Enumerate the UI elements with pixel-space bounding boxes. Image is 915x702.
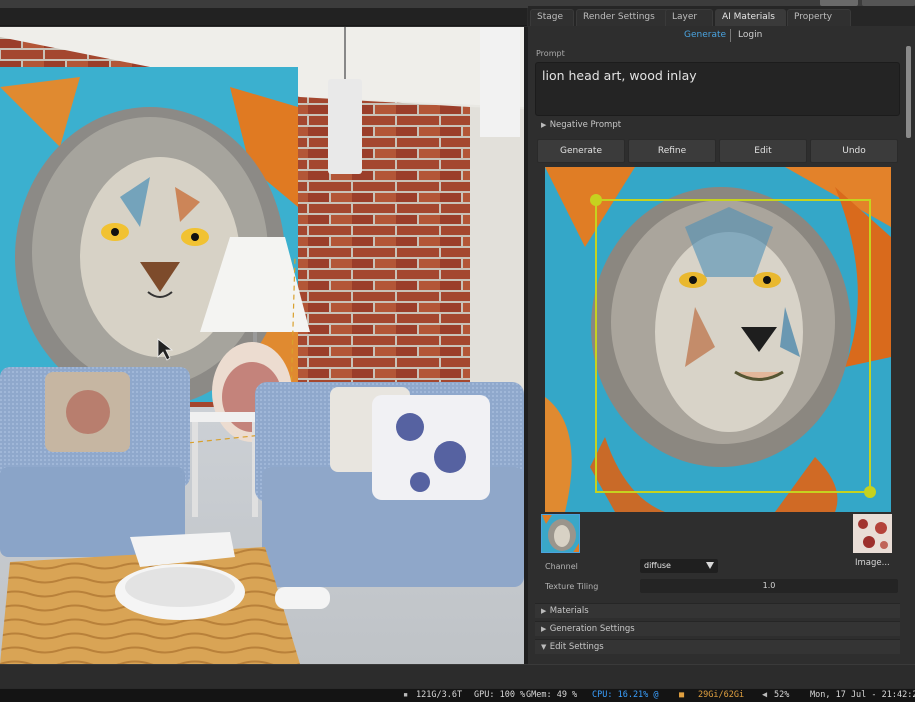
subtabs: Generate Login <box>528 26 915 46</box>
channel-value: diffuse <box>644 561 671 570</box>
chevron-down-icon <box>706 562 714 569</box>
memory-icon: ■ <box>679 690 685 700</box>
triangle-right-icon: ▶ <box>541 607 547 615</box>
subtab-divider <box>730 29 731 42</box>
tab-ai-materials[interactable]: AI Materials <box>715 9 786 26</box>
prompt-input[interactable]: lion head art, wood inlay <box>535 62 900 116</box>
negative-prompt-toggle[interactable]: ▶ Negative Prompt <box>535 120 900 135</box>
lion-texture-image <box>545 167 891 512</box>
edit-settings-label: Edit Settings <box>549 642 604 652</box>
channel-select[interactable]: diffuse <box>640 559 718 573</box>
image-browse-button[interactable]: Image... <box>855 558 890 568</box>
disk-usage: 121G/3.6T <box>416 690 463 700</box>
disk-icon: ▪ <box>403 690 409 700</box>
generation-settings-label: Generation Settings <box>549 624 635 634</box>
negative-prompt-label: Negative Prompt <box>549 120 622 130</box>
crop-handle-top-left[interactable] <box>590 194 602 206</box>
undo-button[interactable]: Undo <box>810 139 898 163</box>
crop-handle-bottom-right[interactable] <box>864 486 876 498</box>
edit-settings-section[interactable]: ▼ Edit Settings <box>535 639 900 654</box>
render-viewport[interactable] <box>0 27 524 664</box>
panel-tabs: Stage Render Settings Layer AI Materials… <box>528 6 915 26</box>
generated-texture-preview[interactable] <box>545 167 891 512</box>
generate-button[interactable]: Generate <box>537 139 625 163</box>
floral-pattern-thumbnail <box>853 514 892 553</box>
system-status-bar: ▪ 121G/3.6T GPU: 100 % GMem: 49 % CPU: 1… <box>0 688 915 702</box>
gpu-usage: GPU: 100 % <box>474 690 526 700</box>
cpu-usage: CPU: 16.21% @ <box>592 690 659 700</box>
gpu-memory: GMem: 49 % <box>526 690 578 700</box>
subtab-generate[interactable]: Generate <box>684 30 726 40</box>
memory-usage: 29Gi/62Gi <box>698 690 745 700</box>
viewport-header <box>0 8 527 26</box>
lion-thumbnail <box>542 515 579 552</box>
materials-label: Materials <box>549 606 589 616</box>
materials-section[interactable]: ▶ Materials <box>535 603 900 618</box>
refine-button[interactable]: Refine <box>628 139 716 163</box>
texture-tiling-field[interactable]: 1.0 <box>640 579 898 593</box>
panel-scrollbar[interactable] <box>906 46 911 138</box>
volume-level: 52% <box>774 690 790 700</box>
speaker-icon: ◀ <box>762 690 768 700</box>
subtab-login[interactable]: Login <box>738 30 762 40</box>
prompt-label: Prompt <box>536 49 565 58</box>
ai-materials-panel: Stage Render Settings Layer AI Materials… <box>528 6 915 664</box>
channel-label: Channel <box>545 562 578 571</box>
triangle-right-icon: ▶ <box>541 121 547 129</box>
triangle-down-icon: ▼ <box>541 643 547 651</box>
triangle-right-icon: ▶ <box>541 625 547 633</box>
tab-layer[interactable]: Layer <box>665 9 713 26</box>
texture-tiling-label: Texture Tiling <box>545 582 599 591</box>
edit-button[interactable]: Edit <box>719 139 807 163</box>
window-footer <box>0 664 915 688</box>
tab-property[interactable]: Property <box>787 9 851 26</box>
texture-thumbnail[interactable] <box>541 514 580 553</box>
reference-image-thumbnail[interactable] <box>853 514 892 553</box>
generation-settings-section[interactable]: ▶ Generation Settings <box>535 621 900 636</box>
scene-render <box>0 27 524 664</box>
tab-stage[interactable]: Stage <box>530 9 574 26</box>
clock: Mon, 17 Jul - 21:42:25 <box>810 690 915 700</box>
